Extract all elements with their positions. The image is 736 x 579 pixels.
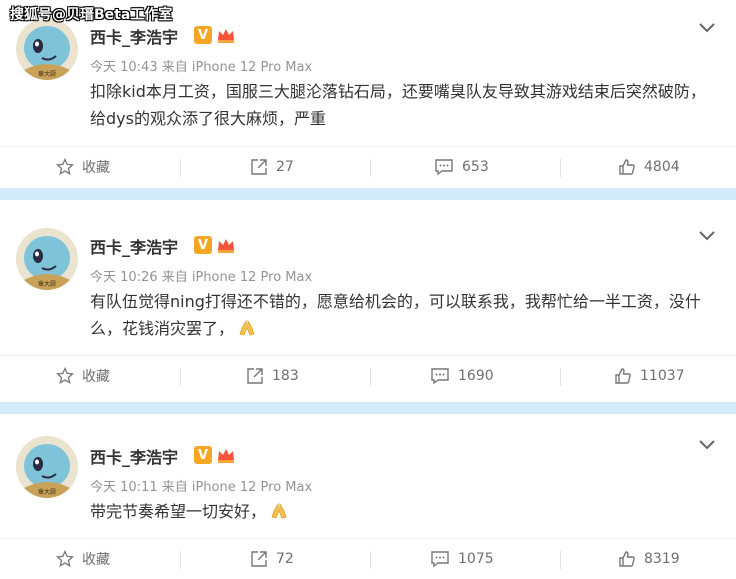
action-bar: 收藏 183 1690 11037 [0, 355, 736, 396]
verified-badge-icon: V [194, 26, 212, 44]
post-separator [0, 402, 736, 414]
repost-count: 72 [276, 551, 294, 567]
author-name[interactable]: 西卡_李浩宇 [90, 24, 178, 48]
action-bar: 收藏 27 653 4804 [0, 146, 736, 187]
comment-icon [431, 368, 449, 385]
like-count: 4804 [644, 159, 680, 175]
badges: V [194, 26, 236, 44]
thumbs-up-icon [619, 159, 635, 175]
like-count: 11037 [640, 368, 685, 384]
star-icon [56, 550, 74, 568]
repost-count: 27 [276, 159, 294, 175]
chevron-down-icon[interactable] [697, 17, 717, 37]
comment-count: 653 [462, 159, 489, 175]
thumbs-up-icon [619, 551, 635, 567]
action-bar: 收藏 72 1075 8319 [0, 538, 736, 579]
favorite-label: 收藏 [82, 369, 110, 385]
avatar-image: 章大厨 [16, 18, 78, 80]
post-text: 带完节奏希望一切安好， [90, 498, 720, 525]
repost-icon [251, 159, 267, 175]
vip-crown-icon [216, 236, 236, 254]
badges: V [194, 446, 236, 464]
svg-text:章大厨: 章大厨 [38, 280, 56, 288]
author-name[interactable]: 西卡_李浩宇 [90, 234, 178, 258]
like-button[interactable]: 4804 [618, 147, 680, 187]
weibo-post: 章大厨 西卡_李浩宇 V 今天 10:43 来自 iPhone 12 Pro M… [0, 0, 736, 188]
post-meta: 今天 10:11 来自 iPhone 12 Pro Max [90, 480, 313, 495]
post-text: 有队伍觉得ning打得还不错的，愿意给机会的，可以联系我，我帮忙给一半工资，没什… [90, 288, 720, 342]
comment-count: 1075 [458, 551, 494, 567]
comment-button[interactable]: 1690 [430, 356, 494, 396]
verified-badge-icon: V [194, 236, 212, 254]
comment-button[interactable]: 1075 [430, 539, 494, 579]
favorite-button[interactable]: 收藏 [56, 356, 110, 396]
avatar[interactable]: 章大厨 [16, 436, 78, 498]
thumbs-up-icon [615, 368, 631, 384]
favorite-button[interactable]: 收藏 [56, 539, 110, 579]
avatar[interactable]: 章大厨 [16, 228, 78, 290]
comment-icon [431, 551, 449, 568]
badges: V [194, 236, 236, 254]
svg-text:章大厨: 章大厨 [38, 70, 56, 78]
svg-text:章大厨: 章大厨 [38, 488, 56, 496]
repost-icon [251, 551, 267, 567]
avatar-image: 章大厨 [16, 436, 78, 498]
pray-emoji-icon [271, 502, 287, 519]
repost-button[interactable]: 72 [250, 539, 294, 579]
favorite-label: 收藏 [82, 160, 110, 176]
vip-crown-icon [216, 446, 236, 464]
vip-crown-icon [216, 26, 236, 44]
author-name[interactable]: 西卡_李浩宇 [90, 444, 178, 468]
comment-icon [435, 159, 453, 176]
chevron-down-icon[interactable] [697, 434, 717, 454]
pray-emoji-icon [239, 319, 255, 336]
repost-icon [247, 368, 263, 384]
repost-button[interactable]: 27 [250, 147, 294, 187]
weibo-post: 章大厨 西卡_李浩宇 V 今天 10:26 来自 iPhone 12 Pro M… [0, 200, 736, 402]
post-text-content: 带完节奏希望一切安好， [90, 502, 267, 521]
post-meta: 今天 10:26 来自 iPhone 12 Pro Max [90, 270, 313, 285]
watermark: 搜狐号@贝瑨Beta工作室 [10, 7, 173, 23]
post-meta: 今天 10:43 来自 iPhone 12 Pro Max [90, 60, 313, 75]
comment-count: 1690 [458, 368, 494, 384]
comment-button[interactable]: 653 [434, 147, 489, 187]
post-text-content: 有队伍觉得ning打得还不错的，愿意给机会的，可以联系我，我帮忙给一半工资，没什… [90, 292, 701, 338]
star-icon [56, 158, 74, 176]
like-button[interactable]: 8319 [618, 539, 680, 579]
post-text: 扣除kid本月工资，国服三大腿沦落钻石局，还要嘴臭队友导致其游戏结束后突然破防，… [90, 82, 706, 128]
avatar-image: 章大厨 [16, 228, 78, 290]
like-count: 8319 [644, 551, 680, 567]
avatar[interactable]: 章大厨 [16, 18, 78, 80]
verified-badge-icon: V [194, 446, 212, 464]
chevron-down-icon[interactable] [697, 225, 717, 245]
weibo-post: 章大厨 西卡_李浩宇 V 今天 10:11 来自 iPhone 12 Pro M… [0, 414, 736, 576]
repost-count: 183 [272, 368, 299, 384]
favorite-button[interactable]: 收藏 [56, 147, 110, 187]
star-icon [56, 367, 74, 385]
post-separator [0, 188, 736, 200]
favorite-label: 收藏 [82, 552, 110, 568]
repost-button[interactable]: 183 [246, 356, 299, 396]
like-button[interactable]: 11037 [614, 356, 685, 396]
